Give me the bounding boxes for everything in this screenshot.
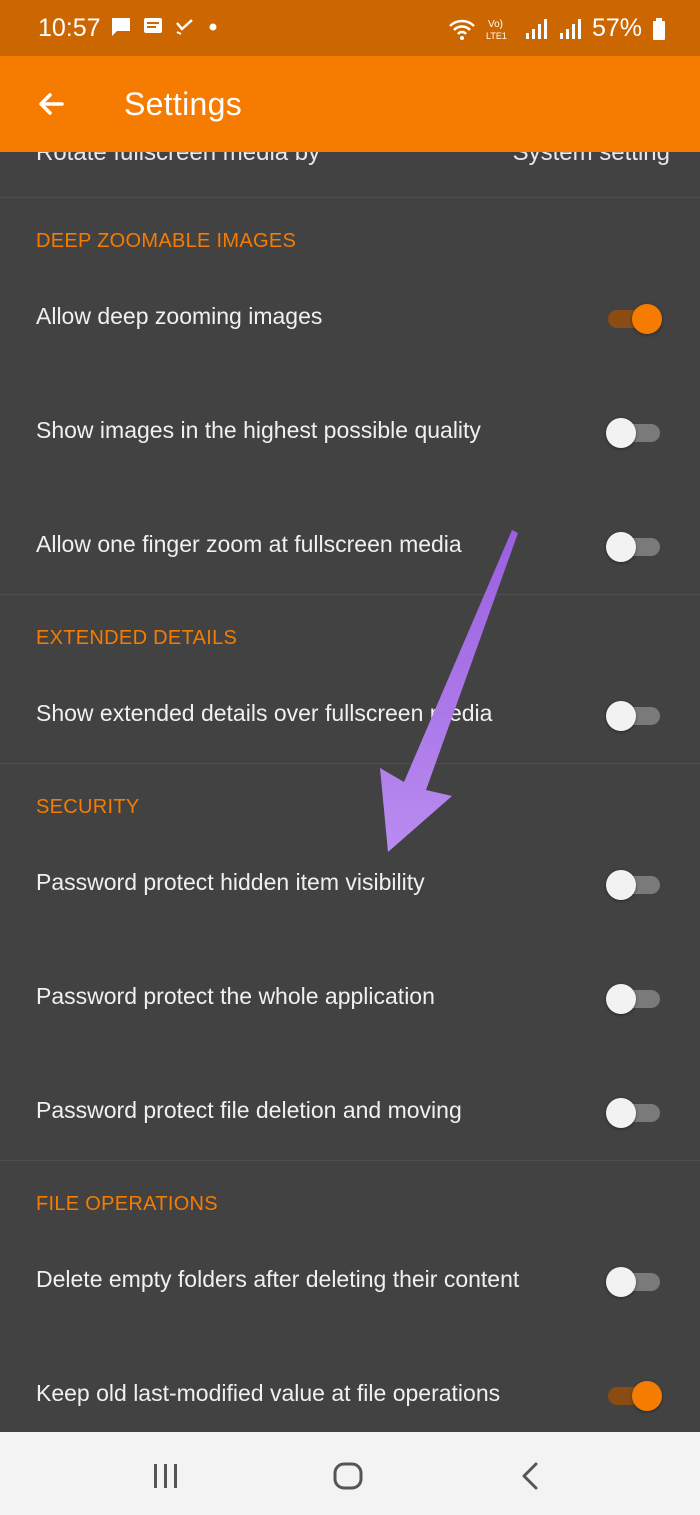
svg-text:LTE1: LTE1 bbox=[486, 31, 507, 41]
toggle-switch[interactable] bbox=[606, 984, 660, 1014]
dot-icon bbox=[209, 23, 217, 31]
toggle-switch[interactable] bbox=[606, 870, 660, 900]
message-icon bbox=[144, 18, 162, 33]
setting-value: System setting bbox=[512, 152, 670, 166]
svg-text:Vo): Vo) bbox=[488, 19, 503, 30]
section-header-extended-details: EXTENDED DETAILS bbox=[36, 627, 238, 649]
setting-label: Password protect file deletion and movin… bbox=[36, 1097, 462, 1123]
notification-icons bbox=[110, 16, 220, 38]
setting-row-one-finger-zoom[interactable]: Allow one finger zoom at fullscreen medi… bbox=[0, 516, 700, 576]
setting-label: Delete empty folders after deleting thei… bbox=[36, 1266, 520, 1292]
setting-row-keep-last-modified[interactable]: Keep old last-modified value at file ope… bbox=[0, 1365, 700, 1425]
switch-thumb bbox=[632, 1381, 662, 1411]
divider bbox=[0, 1160, 700, 1161]
recents-icon bbox=[154, 1464, 177, 1488]
divider bbox=[0, 197, 700, 198]
volte-icon: Vo)LTE1 bbox=[486, 19, 507, 41]
signal-icon bbox=[559, 18, 581, 39]
toggle-switch[interactable] bbox=[606, 701, 660, 731]
page-title: Settings bbox=[124, 86, 243, 122]
switch-thumb bbox=[606, 1267, 636, 1297]
setting-label: Keep old last-modified value at file ope… bbox=[36, 1380, 501, 1406]
status-time: 10:57 bbox=[38, 14, 101, 42]
signal-icon bbox=[525, 18, 547, 39]
status-bar: 10:57 Vo) LTE1 57% bbox=[0, 0, 700, 56]
chat-bubble-icon bbox=[112, 18, 130, 36]
switch-thumb bbox=[606, 1098, 636, 1128]
section-header-deep-zoomable: DEEP ZOOMABLE IMAGES bbox=[36, 230, 297, 252]
setting-row-protect-application[interactable]: Password protect the whole application bbox=[0, 968, 700, 1028]
toggle-switch[interactable] bbox=[606, 532, 660, 562]
switch-thumb bbox=[632, 304, 662, 334]
settings-list[interactable]: Rotate fullscreen media by System settin… bbox=[0, 152, 700, 1432]
setting-row-protect-file-deletion[interactable]: Password protect file deletion and movin… bbox=[0, 1082, 700, 1142]
setting-label: Rotate fullscreen media by bbox=[36, 152, 321, 166]
setting-label: Password protect the whole application bbox=[36, 983, 435, 1009]
setting-row-protect-hidden-items[interactable]: Password protect hidden item visibility bbox=[0, 854, 700, 914]
battery-icon bbox=[653, 17, 665, 40]
battery-percent: 57% bbox=[591, 14, 642, 42]
switch-thumb bbox=[606, 418, 636, 448]
system-icons: Vo) LTE1 57% bbox=[448, 14, 666, 43]
toggle-switch[interactable] bbox=[606, 418, 660, 448]
setting-label: Show extended details over fullscreen me… bbox=[36, 700, 493, 726]
arrow-back-icon bbox=[39, 93, 64, 115]
switch-thumb bbox=[606, 984, 636, 1014]
setting-row-highest-quality[interactable]: Show images in the highest possible qual… bbox=[0, 402, 700, 462]
setting-label: Password protect hidden item visibility bbox=[36, 869, 425, 895]
toggle-switch[interactable] bbox=[606, 1267, 660, 1297]
navigation-bar bbox=[0, 1432, 700, 1515]
recents-button[interactable] bbox=[136, 1456, 196, 1496]
section-header-security: SECURITY bbox=[36, 796, 140, 818]
toggle-switch[interactable] bbox=[606, 1098, 660, 1128]
home-button[interactable] bbox=[318, 1456, 378, 1496]
back-icon bbox=[522, 1462, 538, 1490]
home-icon bbox=[333, 1462, 363, 1490]
setting-row-extended-details[interactable]: Show extended details over fullscreen me… bbox=[0, 685, 700, 745]
switch-thumb bbox=[606, 532, 636, 562]
check-icon bbox=[176, 19, 193, 35]
toggle-switch[interactable] bbox=[606, 304, 662, 334]
setting-label: Show images in the highest possible qual… bbox=[36, 417, 481, 443]
switch-thumb bbox=[606, 701, 636, 731]
wifi-icon bbox=[449, 19, 475, 40]
back-button[interactable] bbox=[30, 82, 74, 126]
toggle-switch[interactable] bbox=[606, 1381, 662, 1411]
divider bbox=[0, 594, 700, 595]
setting-label: Allow deep zooming images bbox=[36, 303, 323, 329]
setting-row-rotate-fullscreen[interactable]: Rotate fullscreen media by System settin… bbox=[0, 152, 700, 194]
setting-row-delete-empty-folders[interactable]: Delete empty folders after deleting thei… bbox=[0, 1251, 700, 1311]
app-bar: Settings bbox=[0, 56, 700, 152]
section-header-file-operations: FILE OPERATIONS bbox=[36, 1193, 218, 1215]
setting-row-allow-deep-zooming[interactable]: Allow deep zooming images bbox=[0, 288, 700, 348]
nav-back-button[interactable] bbox=[500, 1456, 560, 1496]
setting-label: Allow one finger zoom at fullscreen medi… bbox=[36, 531, 462, 557]
switch-thumb bbox=[606, 870, 636, 900]
divider bbox=[0, 763, 700, 764]
